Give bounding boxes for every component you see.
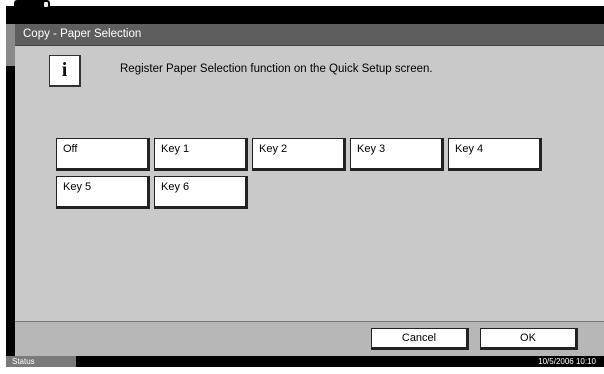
info-icon: i	[49, 55, 81, 87]
status-button[interactable]: Status	[6, 356, 76, 367]
key-button-2[interactable]: Key 2	[252, 138, 346, 171]
side-panel-edge	[6, 24, 15, 66]
key-button-5[interactable]: Key 5	[56, 176, 150, 209]
key-button-6[interactable]: Key 6	[154, 176, 248, 209]
key-button-3[interactable]: Key 3	[350, 138, 444, 171]
info-message: Register Paper Selection function on the…	[120, 63, 433, 75]
tab-marker-icon	[44, 2, 48, 7]
window-title: Copy - Paper Selection	[23, 28, 142, 40]
status-datetime: 10/5/2006 10:10	[538, 357, 596, 366]
cancel-button[interactable]: Cancel	[371, 328, 469, 350]
ok-button[interactable]: OK	[480, 328, 578, 350]
top-tab	[14, 0, 50, 18]
status-bar	[6, 356, 604, 367]
title-bar: Copy - Paper Selection	[15, 24, 604, 46]
key-button-4[interactable]: Key 4	[448, 138, 542, 171]
key-button-off[interactable]: Off	[56, 138, 150, 171]
key-button-1[interactable]: Key 1	[154, 138, 248, 171]
